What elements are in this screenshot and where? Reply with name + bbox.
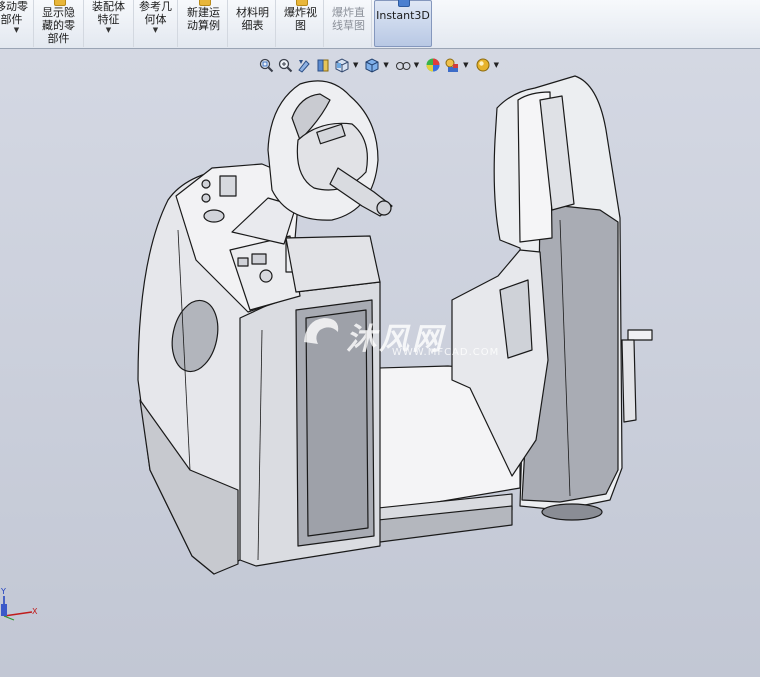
console-knob [259,269,273,283]
triad-y-label: Y [0,587,6,596]
rear-wheel [541,503,603,521]
chevron-down-icon[interactable]: ▼ [353,61,358,69]
bill-of-materials-label: 材料明 细表 [236,6,269,32]
bill-of-materials-button[interactable]: 材料明 细表 [230,0,276,47]
reference-triad: Y X [0,587,38,621]
move-component-label: 移动零 部件 [0,0,28,26]
instant3d-label: Instant3D [376,9,430,22]
reference-geometry-label: 参考几 何体 [139,0,172,26]
side-bracket [627,329,653,341]
new-motion-study-button[interactable]: 新建运 动算例 [180,0,228,47]
chevron-down-icon[interactable]: ▼ [134,26,177,35]
watermark-url: WWW.MFCAD.COM [392,347,500,358]
assembly-features-label: 装配体 特征 [92,0,125,26]
show-hidden-label: 显示隐 藏的零 部件 [42,6,75,45]
command-manager-ribbon: 移动零 部件 ▼ 显示隐 藏的零 部件 装配体 特征 ▼ 参考几 何体 ▼ 新建… [0,0,760,49]
chevron-down-icon[interactable]: ▼ [463,61,468,69]
chevron-down-icon[interactable]: ▼ [494,61,499,69]
chevron-down-icon[interactable]: ▼ [414,61,419,69]
mfcad-logo-icon [304,318,339,344]
exploded-view-button[interactable]: 爆炸视 图 [278,0,324,47]
instant3d-icon [398,0,410,7]
chevron-down-icon[interactable]: ▼ [0,26,33,35]
chevron-down-icon[interactable]: ▼ [84,26,133,35]
steering-knob [376,200,392,216]
console-button-a [237,257,249,267]
console-top-box [285,235,381,293]
triad-x-label: X [32,607,38,616]
side-bracket-stem [621,339,637,423]
motion-study-icon [198,0,211,6]
instant3d-button[interactable]: Instant3D [374,0,432,47]
show-hidden-icon [53,0,66,6]
show-hidden-components-button[interactable]: 显示隐 藏的零 部件 [34,0,84,47]
new-motion-study-label: 新建运 动算例 [187,6,220,32]
explode-line-sketch-label: 爆炸直 线草图 [332,6,365,32]
move-component-button[interactable]: 移动零 部件 ▼ [0,0,34,47]
dash-switch [219,175,237,197]
console-button-b [251,253,267,265]
dash-cupholder [203,209,225,223]
reference-geometry-button[interactable]: 参考几 何体 ▼ [134,0,178,47]
exploded-view-label: 爆炸视 图 [284,6,317,32]
dash-button-2 [201,193,211,203]
explode-line-sketch-button[interactable]: 爆炸直 线草图 [326,0,372,47]
assembly-features-button[interactable]: 装配体 特征 ▼ [84,0,134,47]
dash-button-1 [201,179,211,189]
exploded-view-icon [295,0,308,6]
chevron-down-icon[interactable]: ▼ [383,61,388,69]
